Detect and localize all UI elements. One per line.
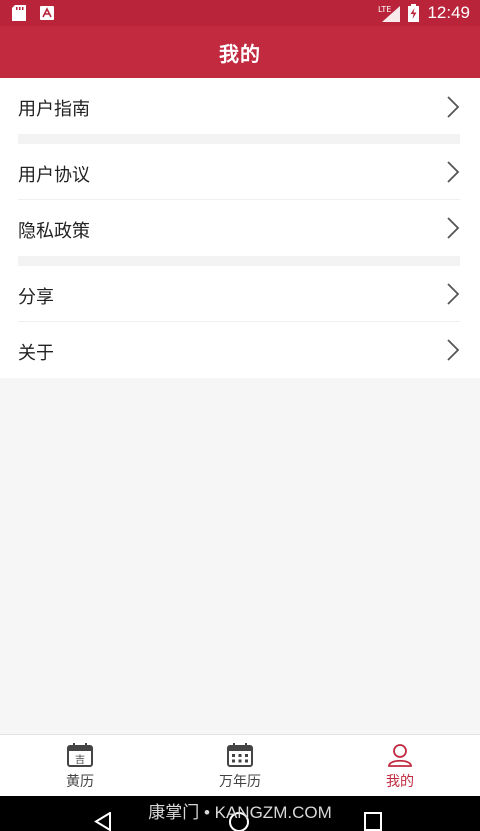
battery-charging-icon bbox=[408, 4, 420, 22]
clock: 12:49 bbox=[427, 3, 470, 22]
tab-perpetual-calendar[interactable]: 万年历 bbox=[160, 743, 320, 791]
watermark: 康掌门 • KANGZM.COM bbox=[148, 803, 332, 822]
menu-item-label: 用户协议 bbox=[18, 165, 90, 186]
bottom-navigation: 吉 黄历 万年历 我的 bbox=[0, 734, 480, 797]
chevron-right-icon bbox=[447, 161, 460, 183]
svg-text:吉: 吉 bbox=[75, 754, 85, 766]
menu-item-label: 分享 bbox=[18, 287, 54, 308]
chevron-right-icon bbox=[447, 339, 460, 361]
menu-item-label: 用户指南 bbox=[18, 99, 90, 120]
app-bar: 我的 bbox=[0, 26, 480, 78]
menu-item-label: 关于 bbox=[18, 343, 54, 364]
tab-label: 我的 bbox=[386, 774, 414, 790]
menu-item-share[interactable]: 分享 bbox=[0, 266, 480, 322]
svg-text:LTE: LTE bbox=[378, 5, 391, 14]
menu-item-about[interactable]: 关于 bbox=[0, 322, 480, 378]
chevron-right-icon bbox=[447, 217, 460, 239]
app-notification-icon bbox=[40, 6, 54, 20]
tab-label: 黄历 bbox=[66, 774, 94, 790]
calendar-grid-icon bbox=[227, 743, 253, 767]
menu-item-user-guide[interactable]: 用户指南 bbox=[0, 78, 480, 134]
chevron-right-icon bbox=[447, 96, 460, 118]
page-title: 我的 bbox=[219, 41, 261, 66]
sd-card-icon bbox=[12, 5, 26, 21]
user-profile-icon bbox=[388, 744, 412, 767]
almanac-calendar-icon: 吉 bbox=[67, 743, 93, 767]
chevron-right-icon bbox=[447, 283, 460, 305]
menu-group-spacer bbox=[0, 134, 480, 144]
tab-label: 万年历 bbox=[219, 774, 261, 790]
status-bar: LTE 12:49 bbox=[0, 0, 480, 26]
menu-item-user-agreement[interactable]: 用户协议 bbox=[0, 144, 480, 200]
tab-mine[interactable]: 我的 bbox=[320, 743, 480, 791]
lte-signal-icon: LTE bbox=[378, 5, 401, 22]
menu-item-label: 隐私政策 bbox=[18, 221, 90, 242]
menu-group-spacer bbox=[0, 256, 480, 266]
menu-item-privacy-policy[interactable]: 隐私政策 bbox=[0, 200, 480, 256]
tab-almanac[interactable]: 吉 黄历 bbox=[0, 743, 160, 791]
